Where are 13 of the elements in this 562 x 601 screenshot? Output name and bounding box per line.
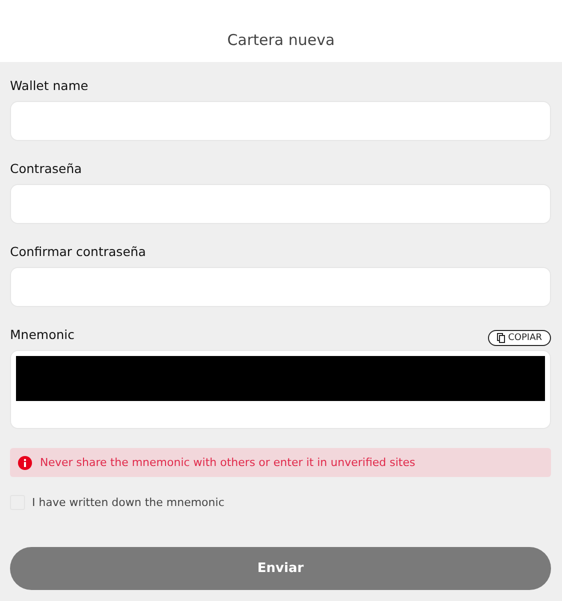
- checkbox-label: I have written down the mnemonic: [32, 496, 224, 509]
- warning-text: Never share the mnemonic with others or enter it in unverified sites: [40, 456, 416, 469]
- field-label: Contraseña: [10, 161, 83, 177]
- input-field[interactable]: [10, 267, 551, 307]
- copy-button[interactable]: COPIAR: [488, 330, 551, 346]
- field-label: Wallet name: [10, 78, 90, 94]
- copy-icon: [497, 333, 506, 343]
- info-icon: [18, 456, 32, 470]
- input-field[interactable]: [10, 184, 551, 224]
- field-label: Confirmar contraseña: [10, 244, 147, 260]
- field-label: Mnemonic: [10, 327, 74, 343]
- input-field[interactable]: [10, 101, 551, 141]
- page-title: Cartera nueva: [227, 31, 335, 49]
